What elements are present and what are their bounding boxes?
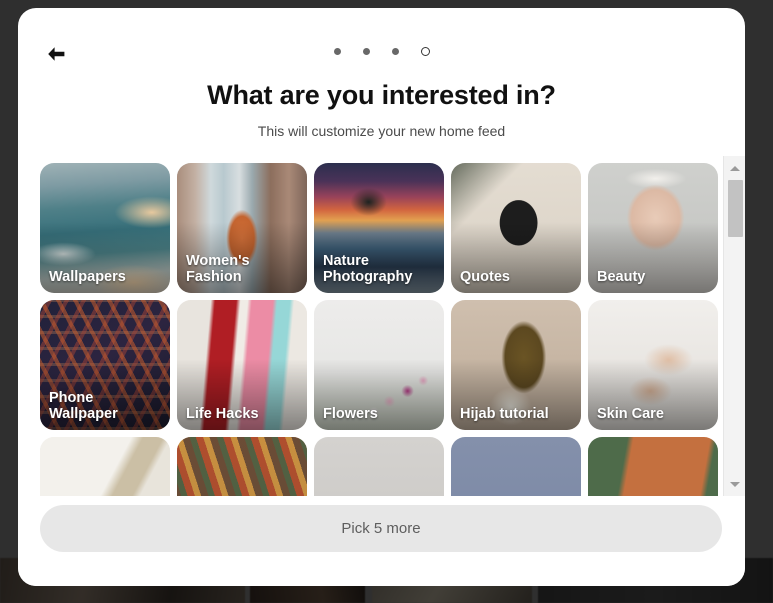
interest-tile[interactable]: Phone Wallpaper: [40, 300, 170, 430]
interest-tile[interactable]: Beauty: [588, 163, 718, 293]
interest-tile[interactable]: Quotes: [451, 163, 581, 293]
pagination-dot-1[interactable]: [333, 48, 341, 55]
modal-footer: Pick 5 more: [18, 496, 745, 586]
interest-tile-label: Flowers: [323, 405, 378, 422]
interest-tile[interactable]: Nature Photography: [314, 163, 444, 293]
interest-tile-image: [40, 437, 170, 496]
interest-tile-label: Quotes: [460, 268, 510, 285]
interest-tile[interactable]: Women's Fashion: [177, 163, 307, 293]
interest-tile[interactable]: Flowers: [314, 300, 444, 430]
interest-tile[interactable]: Skin Care: [588, 300, 718, 430]
interest-tile-label: Phone Wallpaper: [49, 389, 118, 422]
interest-tile[interactable]: [40, 437, 170, 496]
triangle-down-icon: [729, 481, 740, 487]
interest-tile-label: Nature Photography: [323, 252, 413, 285]
interest-tile-image: [177, 437, 307, 496]
pagination-dot-3[interactable]: [391, 48, 399, 55]
interest-tile-image: [588, 437, 718, 496]
interest-grid-viewport: Wallpapers Women's Fashion Nature Photogra…: [18, 156, 745, 496]
modal-header: [18, 8, 745, 78]
interest-tile[interactable]: [588, 437, 718, 496]
interest-tile-label: Life Hacks: [186, 405, 259, 422]
pick-more-button[interactable]: Pick 5 more: [40, 505, 722, 552]
interest-grid: Wallpapers Women's Fashion Nature Photogra…: [40, 163, 722, 496]
triangle-up-icon: [729, 165, 740, 171]
pagination-dots: [18, 47, 745, 56]
interest-tile[interactable]: [177, 437, 307, 496]
page-subtitle: This will customize your new home feed: [257, 122, 506, 139]
interest-tile[interactable]: [451, 437, 581, 496]
page-title: What are you interested in?: [207, 80, 556, 110]
interest-tile-label: Women's Fashion: [186, 252, 250, 285]
scrollbar-down-button[interactable]: [724, 475, 745, 493]
interest-tile-image: [451, 437, 581, 496]
interest-tile[interactable]: Life Hacks: [177, 300, 307, 430]
pagination-dot-2[interactable]: [362, 48, 370, 55]
interest-tile-label: Beauty: [597, 268, 646, 285]
scrollbar-up-button[interactable]: [724, 159, 745, 177]
interests-onboarding-modal: What are you interested in? This will cu…: [18, 8, 745, 586]
interest-tile[interactable]: Hijab tutorial: [451, 300, 581, 430]
interest-tile[interactable]: [314, 437, 444, 496]
scrollbar-thumb[interactable]: [728, 180, 743, 237]
interest-tile-label: Hijab tutorial: [460, 405, 549, 422]
interest-tile-label: Skin Care: [597, 405, 664, 422]
pagination-dot-4-current[interactable]: [420, 47, 430, 56]
interest-tile-image: [314, 437, 444, 496]
interest-tile[interactable]: Wallpapers: [40, 163, 170, 293]
grid-scrollbar[interactable]: [723, 156, 745, 496]
interest-tile-label: Wallpapers: [49, 268, 126, 285]
